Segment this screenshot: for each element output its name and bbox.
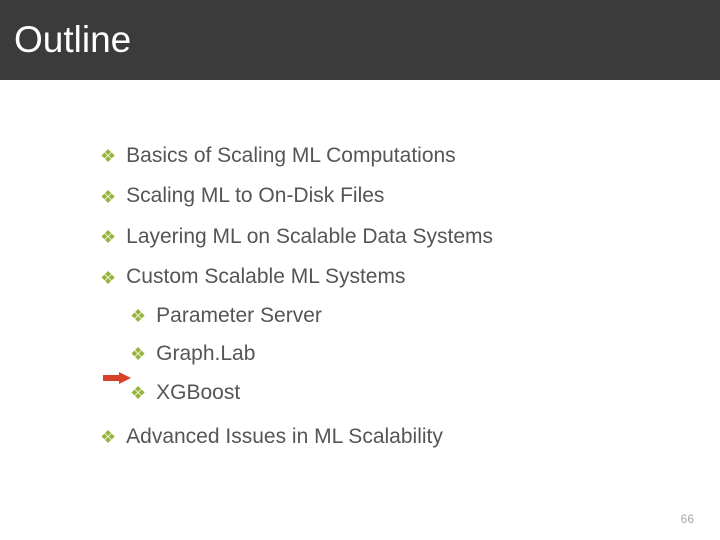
outline-subitem: ❖ Graph.Lab [130,335,630,373]
outline-subitem: ❖ XGBoost [130,374,630,412]
outline-sublist: ❖ Parameter Server ❖ Graph.Lab ❖ XGBoost [100,297,630,412]
outline-subtext: Parameter Server [156,301,322,331]
outline-subitem: ❖ Parameter Server [130,297,630,335]
outline-item: ❖ Scaling ML to On-Disk Files [100,176,630,216]
outline-text: Custom Scalable ML Systems [126,262,405,292]
highlight-arrow-icon [103,372,131,384]
slide-header: Outline [0,0,720,80]
outline-item: ❖ Basics of Scaling ML Computations [100,136,630,176]
outline-subtext: XGBoost [156,378,240,408]
outline-list: ❖ Basics of Scaling ML Computations ❖ Sc… [100,136,630,458]
bullet-icon: ❖ [100,269,116,287]
bullet-icon: ❖ [130,345,146,363]
outline-text: Advanced Issues in ML Scalability [126,422,443,452]
slide-body: ❖ Basics of Scaling ML Computations ❖ Sc… [0,80,720,458]
outline-item: ❖ Layering ML on Scalable Data Systems [100,217,630,257]
outline-text: Basics of Scaling ML Computations [126,141,456,171]
slide-title: Outline [14,19,131,61]
bullet-icon: ❖ [100,428,116,446]
bullet-icon: ❖ [100,147,116,165]
bullet-icon: ❖ [100,188,116,206]
outline-item: ❖ Advanced Issues in ML Scalability [100,417,630,457]
outline-text: Layering ML on Scalable Data Systems [126,222,493,252]
outline-item: ❖ Custom Scalable ML Systems ❖ Parameter… [100,257,630,417]
outline-subtext: Graph.Lab [156,339,255,369]
bullet-icon: ❖ [130,307,146,325]
bullet-icon: ❖ [130,384,146,402]
bullet-icon: ❖ [100,228,116,246]
outline-text: Scaling ML to On-Disk Files [126,181,384,211]
page-number: 66 [681,512,694,526]
